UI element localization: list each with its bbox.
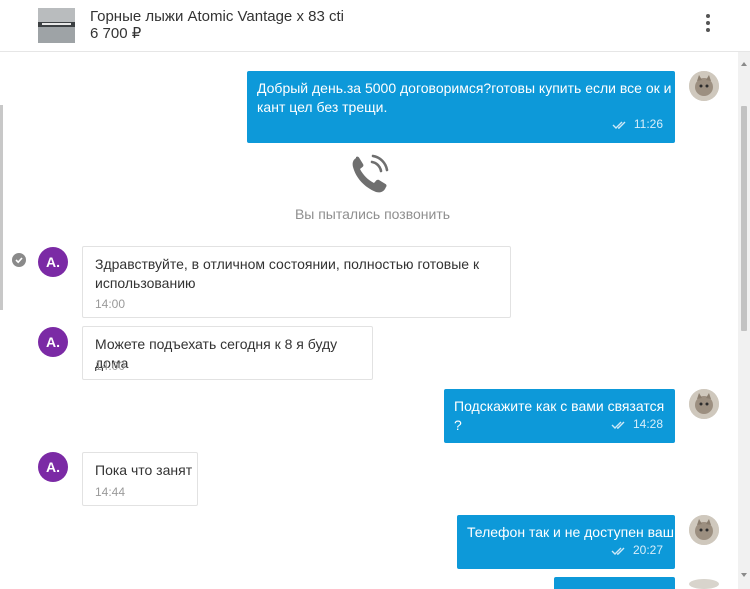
contact-avatar[interactable]: A. <box>38 247 68 277</box>
message-list: Добрый день.за 5000 договоримся?готовы к… <box>0 52 738 589</box>
message-time: 11:26 <box>633 117 663 131</box>
message-text: кант цел без трещи. <box>257 99 388 115</box>
double-check-icon <box>611 421 625 429</box>
message-text: использованию <box>95 275 196 291</box>
incoming-message: Можете подъехать сегодня к 8 я буду дома… <box>82 326 373 380</box>
scrollbar-thumb[interactable] <box>741 106 747 331</box>
product-thumbnail[interactable] <box>38 8 75 43</box>
product-title[interactable]: Горные лыжи Atomic Vantage x 83 cti <box>90 8 344 25</box>
my-avatar <box>689 389 719 419</box>
message-text: Можете подъехать сегодня к 8 я буду дома <box>95 336 338 371</box>
chat-scrollbar[interactable] <box>738 52 750 589</box>
message-text: Телефон так и не доступен ваш <box>467 524 674 540</box>
contact-avatar[interactable]: A. <box>38 327 68 357</box>
message-time: 14:00 <box>95 297 126 311</box>
outgoing-message: Телефон так и не доступен ваш 20:27 <box>457 515 675 569</box>
double-check-icon <box>611 547 625 555</box>
message-text: Добрый день.за 5000 договоримся?готовы к… <box>257 80 672 96</box>
incoming-message: Пока что занят 14:44 <box>82 452 198 506</box>
message-time: 14:28 <box>632 417 663 431</box>
read-status-icon <box>12 253 26 267</box>
more-vertical-icon[interactable] <box>698 12 718 34</box>
scroll-down-icon[interactable] <box>741 573 747 577</box>
my-avatar <box>689 515 719 545</box>
contact-avatar[interactable]: A. <box>38 452 68 482</box>
incoming-message: Здравствуйте, в отличном состоянии, полн… <box>82 246 511 318</box>
double-check-icon <box>612 121 626 129</box>
outgoing-message <box>554 577 675 589</box>
scroll-up-icon[interactable] <box>741 62 747 66</box>
outgoing-message: Подскажите как с вами связатся ? 14:28 <box>444 389 675 443</box>
phone-ringing-icon <box>347 152 393 198</box>
message-text: Пока что занят <box>95 462 193 478</box>
my-avatar <box>689 71 719 101</box>
chat-header: Горные лыжи Atomic Vantage x 83 cti 6 70… <box>0 0 750 52</box>
missed-call-text: Вы пытались позвонить <box>294 206 451 222</box>
message-time: 14:44 <box>95 485 126 499</box>
outgoing-message: Добрый день.за 5000 договоримся?готовы к… <box>247 71 675 143</box>
my-avatar <box>689 579 719 589</box>
message-time: 14:00 <box>95 359 126 373</box>
message-text: Здравствуйте, в отличном состоянии, полн… <box>95 256 480 272</box>
product-price: 6 700 ₽ <box>90 25 142 42</box>
message-time: 20:27 <box>632 543 663 557</box>
